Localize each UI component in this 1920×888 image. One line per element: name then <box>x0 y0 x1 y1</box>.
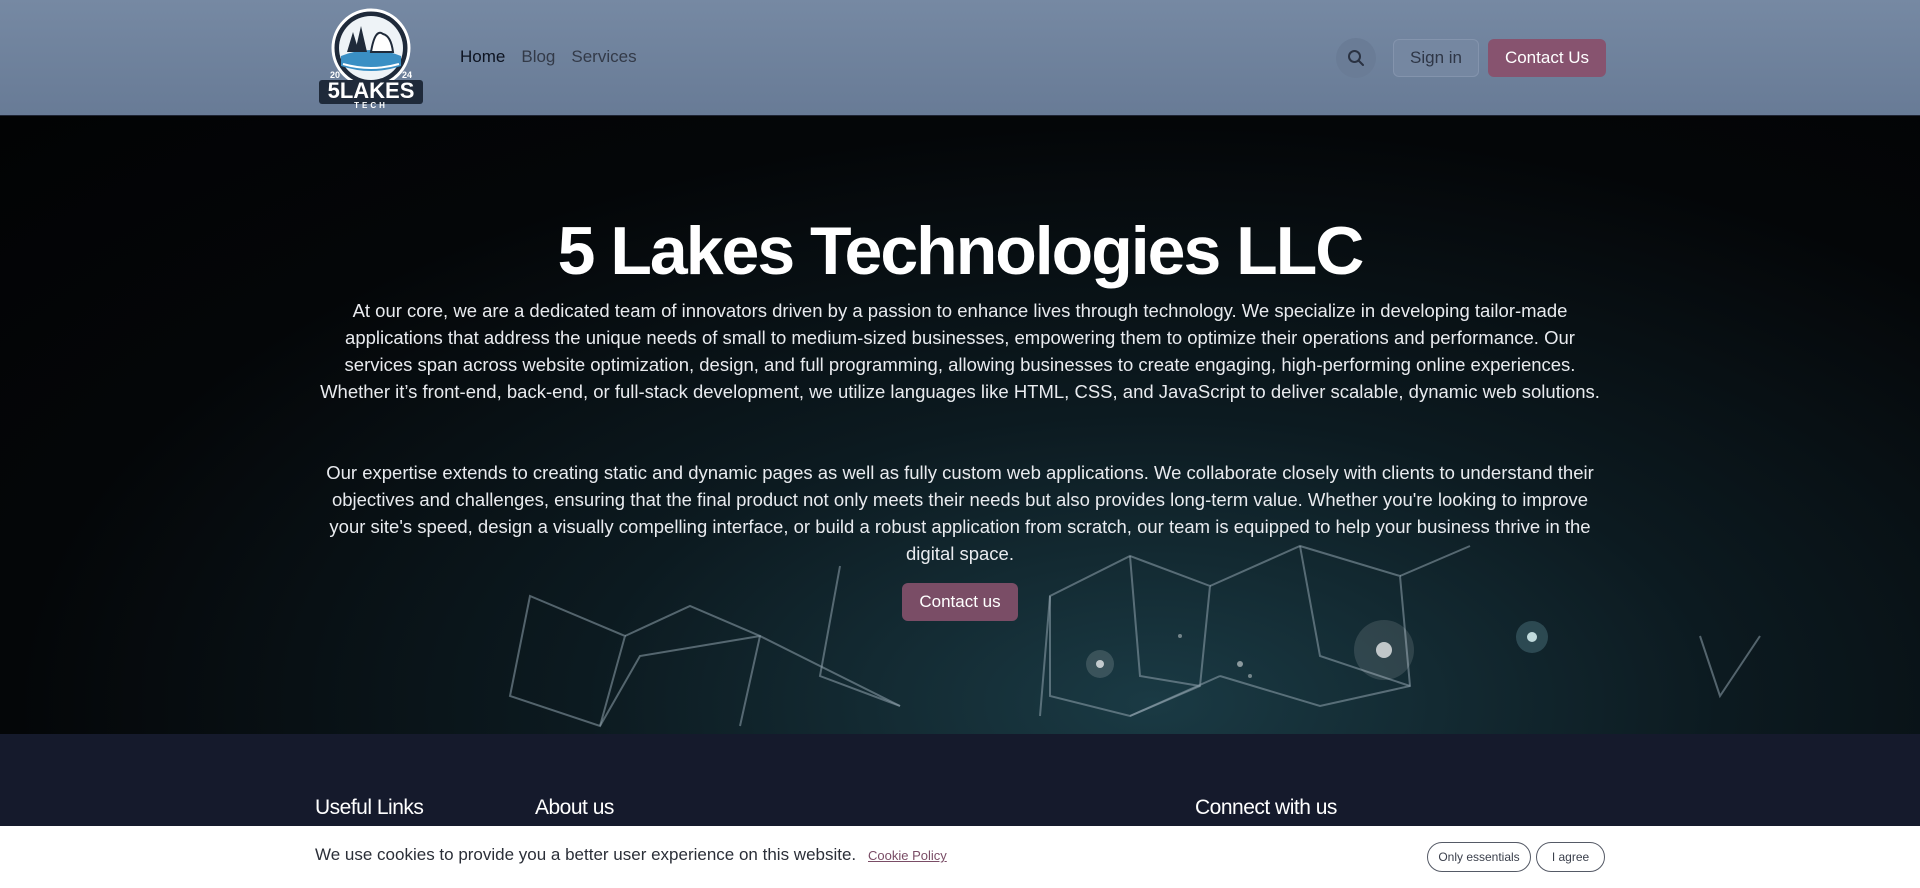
logo-subtext: TECH <box>354 101 388 110</box>
footer-about-title: About us <box>535 796 614 819</box>
contact-us-button[interactable]: Contact Us <box>1488 39 1606 77</box>
footer-useful-links-title: Useful Links <box>315 796 424 819</box>
search-button[interactable] <box>1336 38 1376 78</box>
hero-section: 5 Lakes Technologies LLC At our core, we… <box>0 116 1920 734</box>
cookie-banner: We use cookies to provide you a better u… <box>0 826 1920 888</box>
hero-contact-button[interactable]: Contact us <box>902 583 1018 621</box>
main-nav: Home Blog Services <box>460 47 637 67</box>
only-essentials-button[interactable]: Only essentials <box>1427 842 1531 872</box>
cookie-message: We use cookies to provide you a better u… <box>315 845 857 864</box>
search-icon <box>1348 50 1364 66</box>
site-logo[interactable]: 20 24 5LAKES TECH <box>313 6 429 110</box>
site-header: 20 24 5LAKES TECH Home Blog Services Sig… <box>0 0 1920 116</box>
footer-connect-title: Connect with us <box>1195 796 1337 819</box>
i-agree-button[interactable]: I agree <box>1536 842 1605 872</box>
logo-wordmark: 5LAKES <box>328 78 415 103</box>
logo-emblem: 20 24 5LAKES TECH <box>319 8 423 110</box>
signin-button[interactable]: Sign in <box>1393 39 1479 77</box>
hero-paragraph-1: At our core, we are a dedicated team of … <box>320 300 1600 402</box>
hero-title: 5 Lakes Technologies LLC <box>557 213 1365 289</box>
cookie-policy-link[interactable]: Cookie Policy <box>868 848 947 863</box>
hero-paragraph-2: Our expertise extends to creating static… <box>326 462 1594 564</box>
nav-blog[interactable]: Blog <box>521 47 555 67</box>
nav-services[interactable]: Services <box>571 47 636 67</box>
hero-background-image <box>508 544 1761 728</box>
nav-home[interactable]: Home <box>460 47 505 67</box>
